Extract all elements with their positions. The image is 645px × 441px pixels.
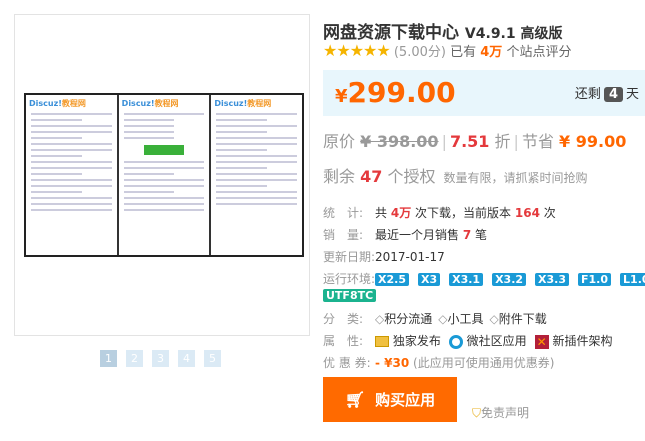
price-value: 299.00: [347, 76, 456, 109]
disclaimer-link[interactable]: ⛉免责声明: [472, 404, 529, 421]
page-4[interactable]: 4: [178, 350, 195, 367]
sales-row: 销 量: 最近一个月销售 7 笔: [323, 226, 487, 243]
score: (5.00分): [393, 45, 446, 60]
updated-label: 更新日期:: [323, 250, 376, 264]
env-tag[interactable]: X3.1: [449, 273, 484, 286]
micro-community-icon: [448, 334, 463, 349]
version-downloads: 164: [514, 206, 540, 220]
category-text: 积分流通: [384, 312, 433, 326]
rating-row: ★★★★★ (5.00分) 已有 4万 个站点评分: [323, 41, 571, 60]
attr-new-architecture: 新插件架构: [552, 334, 613, 348]
remain-suffix: 天: [625, 87, 639, 102]
tag-icon: ◇: [375, 312, 385, 326]
save-label: 节省: [521, 132, 554, 151]
product-screenshot[interactable]: Discuz!教程网 Discuz!教程网 Discuz!教程网: [24, 93, 304, 257]
category-text: 小工具: [447, 312, 484, 326]
env-tag[interactable]: L1.0: [620, 273, 645, 286]
attrs-label: 属 性:: [323, 334, 364, 348]
new-architecture-icon: ✕: [534, 334, 549, 349]
category-item[interactable]: ◇附件下载: [490, 312, 547, 326]
save-value: ¥ 99.00: [559, 132, 627, 151]
discount: 7.51: [449, 132, 490, 151]
category-label: 分 类:: [323, 312, 364, 326]
env-row: 运行环境:X2.5 X3 X3.1 X3.2 X3.3 F1.0 L1.0: [323, 270, 645, 287]
remain-prefix: 还剩: [574, 87, 601, 102]
stats-c: 次: [543, 206, 556, 220]
rated-count: 4万: [480, 45, 503, 60]
stock-note: 数量有限，请抓紧时间抢购: [443, 171, 588, 185]
env-label: 运行环境:: [323, 272, 376, 286]
discount-unit: 折: [494, 132, 511, 151]
env-tag[interactable]: X3.2: [492, 273, 527, 286]
stock-prefix: 剩余: [323, 167, 356, 186]
discuz-logo: Discuz!教程网: [29, 99, 86, 108]
env-tag[interactable]: X2.5: [375, 273, 409, 286]
category-item[interactable]: ◇小工具: [438, 312, 483, 326]
updated-row: 更新日期:2017-01-17: [323, 248, 445, 265]
star-rating-icon: ★★★★★: [323, 41, 391, 60]
exclusive-icon: [375, 336, 389, 347]
coupon-label: 优 惠 券:: [323, 356, 371, 370]
coupon-row: 优 惠 券: - ¥30 (此应用可使用通用优惠券): [323, 354, 554, 371]
screenshot-pane-form: Discuz!教程网: [211, 95, 302, 255]
sales-b: 笔: [475, 228, 488, 242]
price-box: ¥299.00 还剩 4 天: [323, 70, 645, 116]
product-name: 网盘资源下载中心: [323, 23, 459, 43]
screenshot-pane-list: Discuz!教程网: [26, 95, 119, 255]
stats-a: 共: [375, 206, 388, 220]
stats-row: 统 计: 共 4万 次下载，当前版本 164 次: [323, 204, 556, 221]
page-5[interactable]: 5: [204, 350, 221, 367]
attr-exclusive: 独家发布: [392, 334, 441, 348]
gallery-pagination: 1 2 3 4 5: [100, 350, 221, 367]
env-tag[interactable]: X3: [417, 273, 441, 286]
stats-b: 次下载，当前版本: [415, 206, 512, 220]
shield-icon: ⛉: [472, 406, 482, 420]
cart-icon: 🛒︎: [344, 390, 366, 409]
attr-micro-community: 微社区应用: [466, 334, 527, 348]
stock-suffix: 个授权: [387, 167, 436, 186]
tag-icon: ◇: [489, 312, 499, 326]
sales-label: 销 量:: [323, 228, 364, 242]
remaining-days: 还剩 4 天: [575, 83, 639, 102]
attrs-row: 属 性: 独家发布 微社区应用 ✕ 新插件架构: [323, 332, 613, 349]
coupon-note: (此应用可使用通用优惠券): [413, 356, 555, 370]
remain-days: 4: [603, 87, 623, 102]
buy-label: 购买应用: [375, 391, 436, 409]
page-2[interactable]: 2: [126, 350, 143, 367]
coupon-value: - ¥30: [375, 356, 410, 370]
category-item[interactable]: ◇积分流通: [375, 312, 432, 326]
env-tag-utf8tc[interactable]: UTF8TC: [323, 289, 377, 302]
product-version: V4.9.1 高级版: [464, 26, 563, 42]
original-price-row: 原价 ¥ 398.00 | 7.51 折 | 节省 ¥ 99.00: [323, 132, 627, 151]
stock-count: 47: [360, 167, 383, 186]
page-1[interactable]: 1: [100, 350, 117, 367]
sales-count: 7: [462, 228, 472, 242]
sales-a: 最近一个月销售: [375, 228, 460, 242]
env-tag[interactable]: X3.3: [535, 273, 570, 286]
page-3[interactable]: 3: [152, 350, 169, 367]
env-tag[interactable]: F1.0: [578, 273, 612, 286]
stock-row: 剩余 47 个授权 数量有限，请抓紧时间抢购: [323, 163, 588, 187]
disclaimer-text: 免责声明: [481, 406, 530, 420]
rated-prefix: 已有: [450, 45, 477, 60]
currency: ¥: [335, 86, 348, 107]
current-price: ¥299.00: [335, 76, 456, 109]
downloads: 4万: [390, 206, 412, 220]
category-text: 附件下载: [498, 312, 547, 326]
original-value: ¥ 398.00: [360, 132, 439, 151]
product-title: 网盘资源下载中心 V4.9.1 高级版: [323, 18, 563, 43]
rated-suffix: 个站点评分: [506, 45, 572, 60]
buy-button[interactable]: 🛒︎ 购买应用: [323, 377, 457, 422]
category-row: 分 类: ◇积分流通 ◇小工具 ◇附件下载: [323, 310, 553, 327]
updated-value: 2017-01-17: [375, 250, 445, 264]
original-label: 原价: [323, 132, 356, 151]
screenshot-pane-detail: Discuz!教程网: [119, 95, 212, 255]
stats-label: 统 计:: [323, 206, 364, 220]
